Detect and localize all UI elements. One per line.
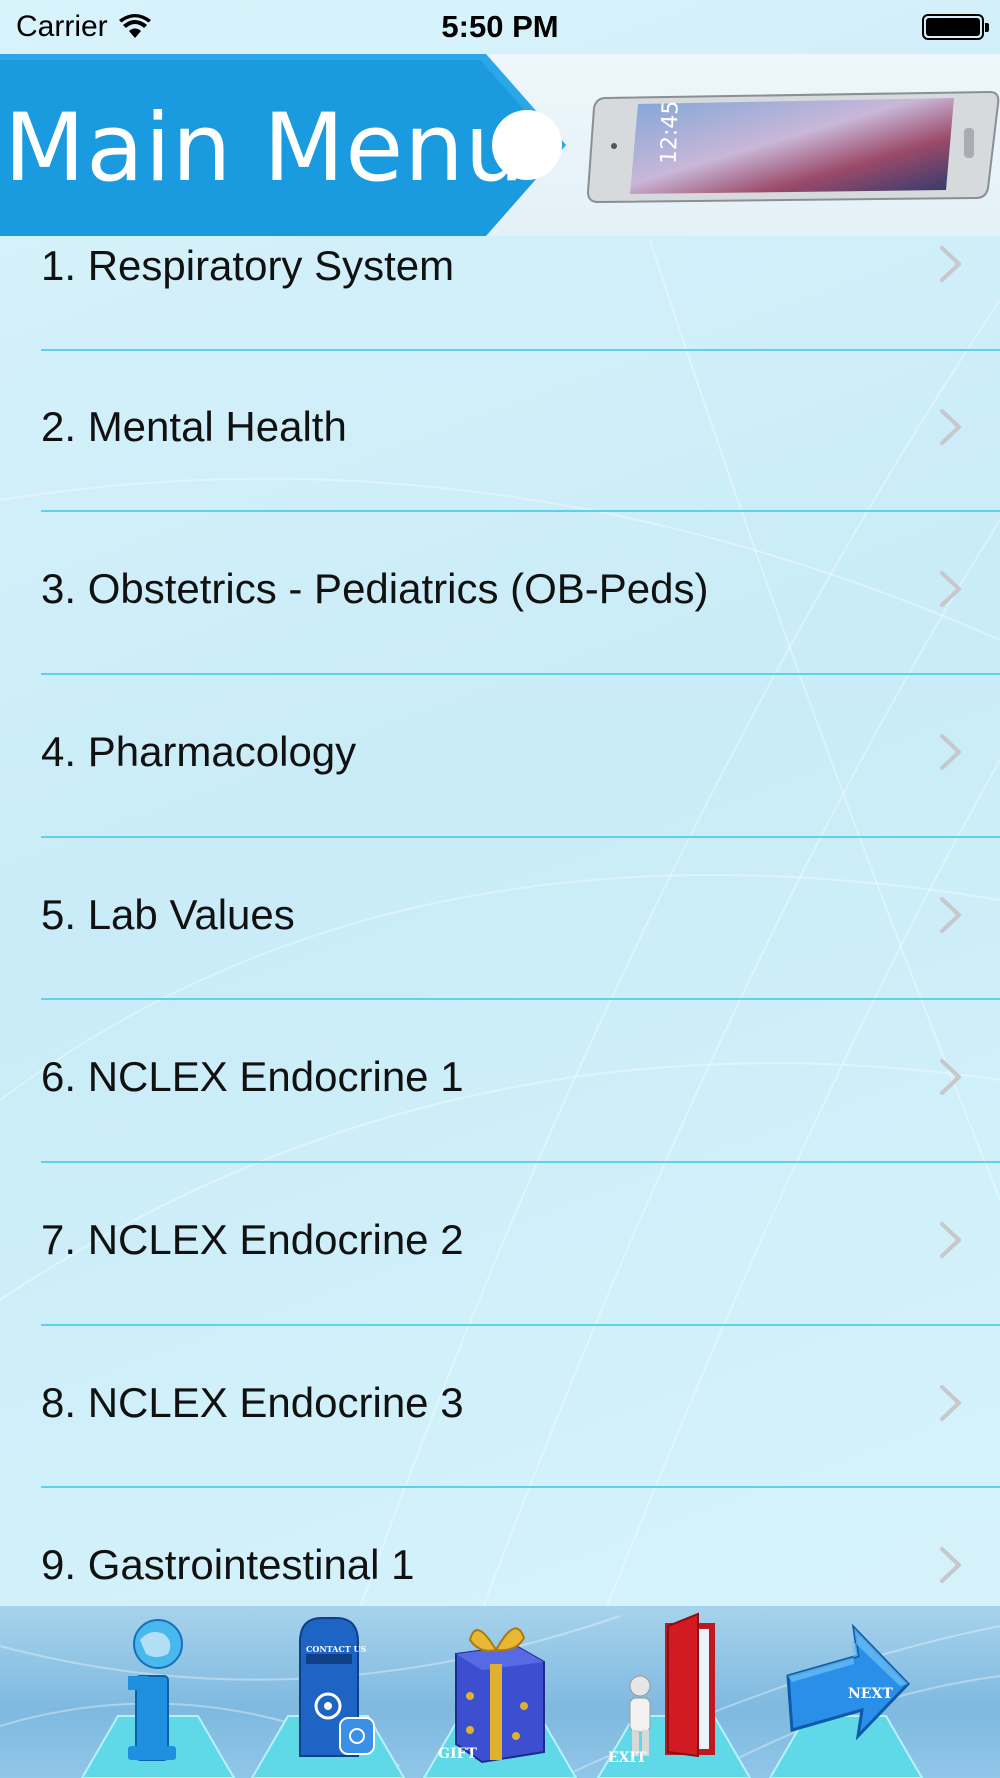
chevron-right-icon (940, 246, 961, 282)
next-button[interactable]: NEXT (766, 1606, 926, 1778)
exit-caption: EXIT (608, 1750, 647, 1766)
menu-item-label: 6. NCLEX Endocrine 1 (41, 1053, 464, 1100)
menu-item-label: 7. NCLEX Endocrine 2 (41, 1216, 464, 1263)
menu-item-label: 3. Obstetrics - Pediatrics (OB-Peds) (41, 565, 709, 612)
menu-list: 1. Respiratory System 2. Mental Health 3… (0, 236, 1000, 1606)
status-bar: Carrier 5:50 PM (0, 0, 1000, 54)
next-arrow-icon (768, 1623, 924, 1778)
menu-item-label: 8. NCLEX Endocrine 3 (41, 1379, 464, 1426)
menu-item-nclex-endocrine-3[interactable]: 8. NCLEX Endocrine 3 (0, 1325, 1000, 1488)
menu-item-label: 2. Mental Health (41, 403, 347, 450)
status-time: 5:50 PM (441, 9, 559, 44)
chevron-right-icon (940, 409, 961, 445)
contact-caption: CONTACT US (306, 1644, 367, 1654)
chevron-right-icon (940, 571, 961, 607)
chevron-right-icon (940, 1059, 961, 1095)
menu-item-ob-peds[interactable]: 3. Obstetrics - Pediatrics (OB-Peds) (0, 511, 1000, 675)
exit-button[interactable]: EXIT (594, 1606, 754, 1778)
menu-item-gastrointestinal-1[interactable]: 9. Gastrointestinal 1 (0, 1487, 1000, 1606)
chevron-right-icon (940, 1222, 961, 1258)
page-title: Main Menu (4, 94, 526, 203)
bottom-toolbar: CONTACT US GIFT EXIT NEXT (0, 1606, 1000, 1778)
menu-item-lab-values[interactable]: 5. Lab Values (0, 837, 1000, 1000)
gift-caption: GIFT (438, 1746, 477, 1762)
menu-item-respiratory-system[interactable]: 1. Respiratory System (0, 236, 1000, 351)
mailbox-icon (250, 1617, 406, 1778)
menu-item-label: 1. Respiratory System (41, 242, 455, 289)
chevron-right-icon (940, 1547, 961, 1583)
menu-item-label: 9. Gastrointestinal 1 (41, 1541, 415, 1588)
menu-item-pharmacology[interactable]: 4. Pharmacology (0, 674, 1000, 838)
svg-text:12:45: 12:45 (657, 100, 684, 164)
gift-button[interactable]: GIFT (420, 1606, 580, 1778)
menu-item-nclex-endocrine-2[interactable]: 7. NCLEX Endocrine 2 (0, 1162, 1000, 1326)
menu-item-label: 5. Lab Values (41, 891, 295, 938)
contact-button[interactable]: CONTACT US (248, 1606, 408, 1778)
menu-item-nclex-endocrine-1[interactable]: 6. NCLEX Endocrine 1 (0, 999, 1000, 1163)
chevron-right-icon (940, 1385, 961, 1421)
chevron-right-icon (940, 734, 961, 770)
battery-icon (922, 14, 989, 40)
chevron-right-icon (940, 897, 961, 933)
smartphone-image: 12:45 (586, 90, 1000, 204)
info-button[interactable] (78, 1606, 238, 1778)
next-caption: NEXT (848, 1686, 893, 1702)
banner-dot (492, 110, 562, 180)
menu-item-mental-health[interactable]: 2. Mental Health (0, 349, 1000, 512)
menu-item-label: 4. Pharmacology (41, 728, 357, 775)
header-banner: Main Menu 12:45 (0, 54, 1000, 236)
info-icon (80, 1619, 236, 1778)
